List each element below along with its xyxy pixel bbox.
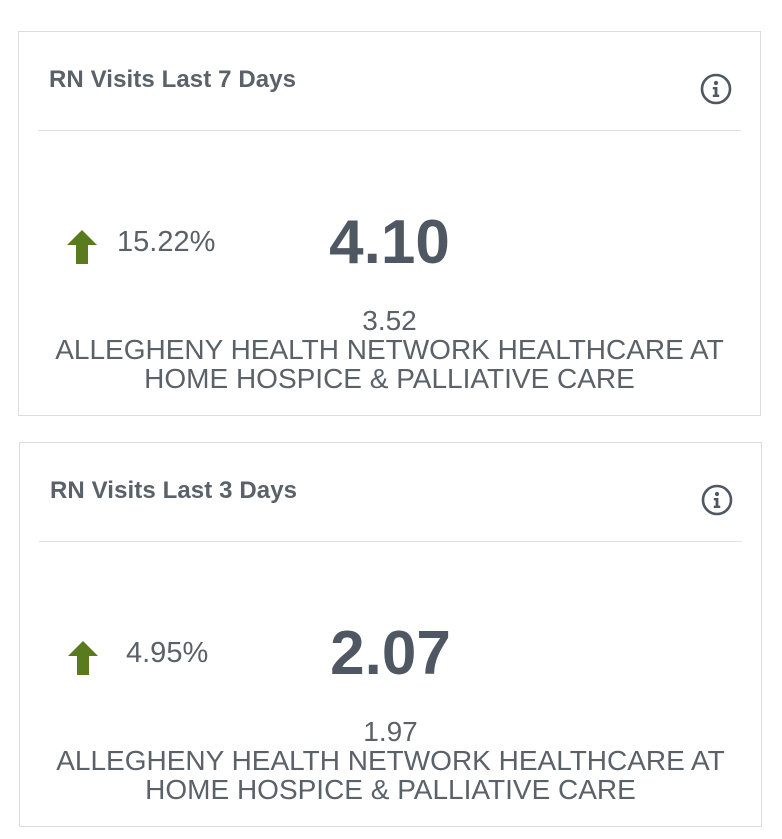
organization-name: ALLEGHENY HEALTH NETWORK HEALTHCARE AT H… bbox=[55, 334, 724, 394]
kpi-value: 2.07 bbox=[20, 619, 761, 689]
card-divider bbox=[39, 541, 742, 542]
info-icon[interactable] bbox=[701, 484, 733, 516]
organization-name: ALLEGHENY HEALTH NETWORK HEALTHCARE AT H… bbox=[56, 745, 725, 805]
info-icon[interactable] bbox=[700, 73, 732, 105]
prior-value: 1.97 bbox=[363, 716, 418, 747]
card-divider bbox=[38, 130, 741, 131]
kpi-card-rn-visits-7-days: RN Visits Last 7 Days 15.22% 4.10 3.52 A… bbox=[18, 31, 761, 416]
kpi-value-text: 4.10 bbox=[329, 208, 450, 277]
kpi-value-text: 2.07 bbox=[330, 619, 451, 688]
card-title: RN Visits Last 3 Days bbox=[50, 477, 298, 504]
card-title: RN Visits Last 7 Days bbox=[49, 66, 297, 93]
prior-value: 3.52 bbox=[362, 305, 417, 336]
kpi-value: 4.10 bbox=[19, 208, 760, 278]
kpi-card-rn-visits-3-days: RN Visits Last 3 Days 4.95% 2.07 1.97 AL… bbox=[19, 442, 762, 827]
